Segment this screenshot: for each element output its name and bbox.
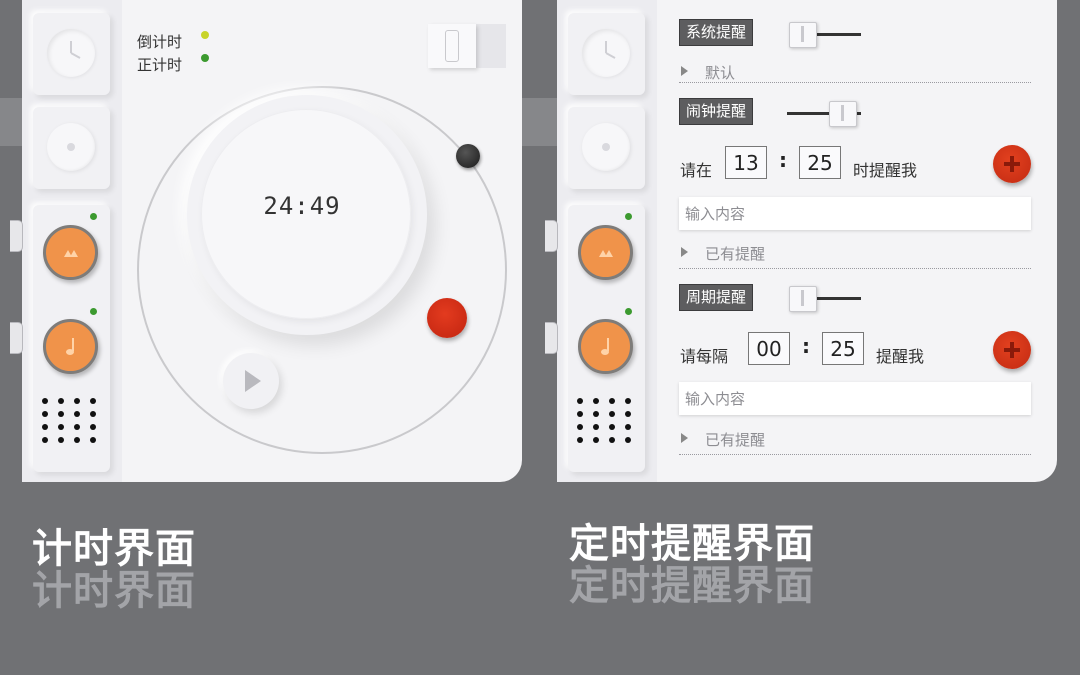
alarm-content-input[interactable] bbox=[679, 197, 1031, 230]
reminder-sidebar bbox=[557, 0, 657, 482]
record-icon bbox=[47, 123, 95, 171]
timer-caption: 计时界面 bbox=[32, 526, 196, 572]
add-alarm-button[interactable] bbox=[993, 145, 1031, 183]
periodic-existing-reminders[interactable]: 已有提醒 bbox=[705, 429, 765, 450]
divider bbox=[679, 454, 1031, 455]
stop-button[interactable] bbox=[427, 298, 467, 338]
side-tab bbox=[545, 220, 558, 252]
alarm-prefix: 请在 bbox=[680, 161, 713, 180]
side-tab bbox=[545, 322, 558, 354]
triangle-right-icon bbox=[681, 247, 688, 257]
countdown-led bbox=[201, 31, 209, 39]
alarm-hour-field[interactable]: 13 bbox=[725, 146, 767, 179]
music-button[interactable] bbox=[43, 319, 98, 374]
music-note-icon bbox=[601, 338, 609, 355]
time-display: 24:49 bbox=[263, 192, 341, 220]
alarm-colon: : bbox=[779, 148, 787, 172]
periodic-content-input[interactable] bbox=[679, 382, 1031, 415]
status-led bbox=[625, 213, 632, 220]
hourglass-icon bbox=[64, 250, 78, 257]
plus-icon bbox=[1004, 156, 1020, 172]
alarm-slider-knob[interactable] bbox=[829, 101, 857, 127]
system-slider-knob[interactable] bbox=[789, 22, 817, 48]
periodic-colon: : bbox=[802, 334, 810, 358]
periodic-hour-field[interactable]: 00 bbox=[748, 332, 790, 365]
background-strip-right bbox=[522, 98, 557, 146]
system-reminder-label: 系统提醒 bbox=[679, 19, 754, 46]
mode-toggle-switch[interactable] bbox=[428, 24, 506, 68]
play-button[interactable] bbox=[223, 353, 279, 409]
record-tab-button[interactable] bbox=[33, 107, 110, 189]
control-box bbox=[568, 205, 645, 472]
play-icon bbox=[245, 370, 261, 392]
divider bbox=[679, 268, 1031, 269]
status-led bbox=[90, 308, 97, 315]
alarm-reminder-label: 闹钟提醒 bbox=[679, 98, 754, 125]
hourglass-button[interactable] bbox=[578, 225, 633, 280]
timer-tab-button[interactable] bbox=[568, 13, 645, 95]
background-strip-left bbox=[0, 98, 22, 146]
control-box bbox=[33, 205, 110, 472]
system-reminder-option[interactable]: 默认 bbox=[705, 62, 735, 83]
music-button[interactable] bbox=[578, 319, 633, 374]
hourglass-icon bbox=[599, 250, 613, 257]
status-led bbox=[625, 308, 632, 315]
add-periodic-button[interactable] bbox=[993, 331, 1031, 369]
alarm-suffix: 时提醒我 bbox=[853, 161, 918, 180]
music-note-icon bbox=[66, 338, 74, 355]
countup-led bbox=[201, 54, 209, 62]
alarm-existing-reminders[interactable]: 已有提醒 bbox=[705, 243, 765, 264]
divider bbox=[679, 82, 1031, 83]
periodic-suffix: 提醒我 bbox=[876, 347, 925, 366]
hourglass-button[interactable] bbox=[43, 225, 98, 280]
mode-countup-label[interactable]: 正计时 bbox=[137, 54, 182, 75]
plus-icon bbox=[1004, 342, 1020, 358]
triangle-right-icon bbox=[681, 433, 688, 443]
status-led bbox=[90, 213, 97, 220]
toggle-knob bbox=[428, 24, 476, 68]
clock-icon bbox=[47, 29, 95, 77]
alarm-minute-field[interactable]: 25 bbox=[799, 146, 841, 179]
periodic-reminder-label: 周期提醒 bbox=[679, 284, 754, 311]
timer-sidebar bbox=[22, 0, 122, 482]
reminder-caption: 定时提醒界面 bbox=[569, 521, 815, 567]
periodic-slider-knob[interactable] bbox=[789, 286, 817, 312]
timer-tab-button[interactable] bbox=[33, 13, 110, 95]
side-tab bbox=[10, 322, 23, 354]
side-tab bbox=[10, 220, 23, 252]
clock-icon bbox=[582, 29, 630, 77]
record-tab-button[interactable] bbox=[568, 107, 645, 189]
mode-countdown-label[interactable]: 倒计时 bbox=[137, 31, 182, 52]
periodic-prefix: 请每隔 bbox=[680, 347, 729, 366]
periodic-minute-field[interactable]: 25 bbox=[822, 332, 864, 365]
record-icon bbox=[582, 123, 630, 171]
dial-handle[interactable] bbox=[456, 144, 480, 168]
triangle-right-icon bbox=[681, 66, 688, 76]
